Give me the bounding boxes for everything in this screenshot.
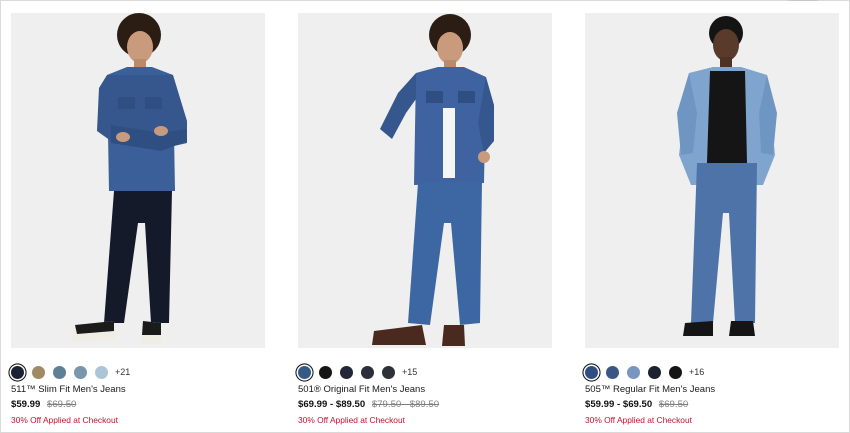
- color-swatch[interactable]: [648, 365, 661, 379]
- model-photo-501: [298, 13, 552, 348]
- more-colors-count[interactable]: +21: [115, 367, 130, 377]
- color-swatches: +16: [585, 365, 839, 379]
- product-image[interactable]: [11, 13, 265, 348]
- product-image[interactable]: [298, 13, 552, 348]
- color-swatch[interactable]: [53, 365, 66, 379]
- product-card[interactable]: +21 511™ Slim Fit Men's Jeans $59.99 $69…: [11, 13, 265, 425]
- price-row: $59.99 $69.50: [11, 399, 265, 411]
- product-name[interactable]: 505™ Regular Fit Men's Jeans: [585, 384, 839, 396]
- original-price: $69.50: [658, 399, 689, 410]
- color-swatch[interactable]: [340, 365, 353, 379]
- price-row: $69.99 - $89.50 $79.50 - $89.50: [298, 399, 552, 411]
- more-colors-count[interactable]: +15: [402, 367, 417, 377]
- color-swatch[interactable]: [606, 365, 619, 379]
- model-photo-505: [585, 13, 839, 348]
- price-row: $59.99 - $69.50 $69.50: [585, 399, 839, 411]
- promo-text: 30% Off Applied at Checkout: [11, 415, 118, 425]
- sale-price: $69.99 - $89.50: [298, 399, 366, 410]
- color-swatches: +15: [298, 365, 552, 379]
- sale-price: $59.99: [11, 399, 41, 410]
- color-swatches: +21: [11, 365, 265, 379]
- color-swatch[interactable]: [361, 365, 374, 379]
- header-edge: [788, 0, 818, 1]
- color-swatch[interactable]: [298, 365, 311, 379]
- product-name[interactable]: 511™ Slim Fit Men's Jeans: [11, 384, 265, 396]
- product-name[interactable]: 501® Original Fit Men's Jeans: [298, 384, 552, 396]
- color-swatch[interactable]: [11, 365, 24, 379]
- color-swatch[interactable]: [32, 365, 45, 379]
- original-price: $69.50: [47, 399, 77, 410]
- color-swatch[interactable]: [319, 365, 332, 379]
- promo-text: 30% Off Applied at Checkout: [298, 415, 405, 425]
- model-photo-511: [11, 13, 265, 348]
- product-grid: +21 511™ Slim Fit Men's Jeans $59.99 $69…: [11, 13, 839, 433]
- more-colors-count[interactable]: +16: [689, 367, 704, 377]
- color-swatch[interactable]: [669, 365, 682, 379]
- product-image[interactable]: [585, 13, 839, 348]
- original-price: $79.50 - $89.50: [371, 399, 440, 410]
- product-card[interactable]: +16 505™ Regular Fit Men's Jeans $59.99 …: [585, 13, 839, 425]
- color-swatch[interactable]: [74, 365, 87, 379]
- color-swatch[interactable]: [95, 365, 108, 379]
- color-swatch[interactable]: [382, 365, 395, 379]
- color-swatch[interactable]: [585, 365, 598, 379]
- promo-text: 30% Off Applied at Checkout: [585, 415, 692, 425]
- color-swatch[interactable]: [627, 365, 640, 379]
- sale-price: $59.99 - $69.50: [585, 399, 653, 410]
- product-card[interactable]: +15 501® Original Fit Men's Jeans $69.99…: [298, 13, 552, 425]
